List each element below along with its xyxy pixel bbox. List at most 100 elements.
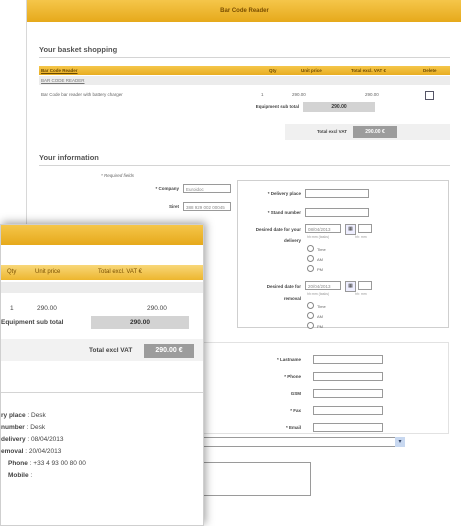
detail-row: Mobile :: [8, 472, 33, 479]
comment-textarea[interactable]: [203, 462, 311, 496]
phone-label: * Phone: [284, 374, 301, 379]
detail-value: 20/04/2013: [28, 448, 62, 455]
page-title: Bar Code Reader: [220, 8, 269, 14]
removal-time-radio[interactable]: [307, 302, 314, 309]
detail-row: Phone : +33 4 93 00 80 00: [8, 460, 86, 467]
select-dropdown[interactable]: [203, 437, 405, 447]
product-name: Bar Code bar reader with battery charger: [41, 92, 123, 97]
email-input[interactable]: [313, 423, 383, 432]
detail-label: emoval: [1, 448, 24, 455]
company-label: * Company: [155, 186, 179, 191]
delivery-time-radio[interactable]: [307, 245, 314, 252]
category-label[interactable]: BAR CODE READER: [41, 78, 85, 83]
col-delete: Delete: [423, 68, 437, 73]
delivery-date-label: Desired date for your: [255, 227, 301, 232]
zoom-header: [1, 225, 203, 245]
option-label: Time: [317, 304, 326, 309]
stand-number-input[interactable]: [305, 208, 369, 217]
gsm-input[interactable]: [313, 389, 383, 398]
required-note: * Required fields: [101, 173, 135, 178]
detail-label: Phone: [8, 460, 28, 467]
zoom-unit-price: 290.00: [37, 305, 57, 312]
zoomed-summary-panel: Qty Unit price Total excl. VAT € 1 290.0…: [0, 224, 204, 526]
detail-label: Mobile: [8, 472, 29, 479]
hh-mm-hint: hh: mm: [355, 292, 367, 296]
zoom-qty: 1: [10, 305, 14, 312]
hh-mm-hint: hh: mm: [355, 235, 367, 239]
calendar-icon[interactable]: ▦: [345, 281, 356, 292]
total-label: Total excl VAT: [316, 129, 347, 134]
siret-input[interactable]: 388 929 002 00045: [183, 202, 231, 211]
delivery-place-label: * Delivery place: [267, 191, 301, 196]
removal-date-label: Desired date for: [266, 284, 301, 289]
col-product[interactable]: Bar Code Reader: [41, 68, 78, 73]
delivery-place-input[interactable]: [305, 189, 369, 198]
delivery-date-input[interactable]: 08/04/2013: [305, 224, 341, 233]
time-hint: hh:mm (tasks): [307, 292, 330, 296]
zoom-total-value: 290.00 €: [144, 344, 194, 358]
detail-row: emoval : 20/04/2013: [1, 448, 62, 455]
option-label: AM: [317, 257, 323, 262]
detail-value: Desk: [30, 424, 46, 431]
calendar-icon[interactable]: ▦: [345, 224, 356, 235]
delivery-panel: [237, 180, 449, 328]
fax-input[interactable]: [313, 406, 383, 415]
sub-total-label: Equipment sub total: [255, 104, 299, 109]
option-label: AM: [317, 314, 323, 319]
detail-label: number: [1, 424, 25, 431]
info-title: Your information: [39, 153, 99, 162]
detail-label: ry place: [1, 412, 26, 419]
col-qty: Qty: [269, 68, 277, 73]
detail-value: 08/04/2013: [31, 436, 64, 443]
divider: [39, 57, 450, 58]
delivery-am-radio[interactable]: [307, 255, 314, 262]
phone-input[interactable]: [313, 372, 383, 381]
delivery-time-input[interactable]: [358, 224, 372, 233]
zoom-total-label: Total excl VAT: [89, 347, 133, 354]
removal-date-input[interactable]: 20/04/2013: [305, 281, 341, 290]
delivery-date-label-2: delivery: [283, 238, 301, 243]
lastname-label: * Lastname: [276, 357, 301, 362]
zoom-col-unit-price: Unit price: [35, 269, 61, 275]
removal-time-input[interactable]: [358, 281, 372, 290]
product-qty: 1: [261, 92, 264, 97]
total-value: 290.00 €: [353, 126, 397, 138]
page-header: Bar Code Reader: [27, 0, 461, 22]
option-label: PM: [317, 324, 323, 329]
detail-value: Desk: [31, 412, 46, 419]
detail-value: +33 4 93 00 80 00: [33, 460, 86, 467]
siret-label: Siret: [168, 204, 179, 209]
col-total: Total excl. VAT €: [351, 68, 387, 73]
removal-date-label-2: removal: [283, 296, 301, 301]
delivery-pm-radio[interactable]: [307, 265, 314, 272]
zoom-total: 290.00: [147, 305, 167, 312]
col-unit-price: Unit price: [301, 68, 322, 73]
time-hint: hh:mm (tasks): [307, 235, 330, 239]
divider: [1, 392, 203, 393]
option-label: PM: [317, 267, 323, 272]
detail-row: number : Desk: [1, 424, 46, 431]
delete-checkbox[interactable]: [425, 91, 434, 100]
detail-row: delivery : 08/04/2013: [1, 436, 64, 443]
fax-label: * Fax: [290, 408, 301, 413]
option-label: Time: [317, 247, 326, 252]
gsm-label: GSM: [290, 391, 301, 396]
stand-number-label: * Stand number: [267, 210, 301, 215]
zoom-col-qty: Qty: [7, 269, 17, 275]
company-input[interactable]: Euroidoc: [183, 184, 231, 193]
zoom-category-row: [1, 282, 203, 293]
zoom-table-header: Qty Unit price Total excl. VAT €: [1, 265, 203, 280]
email-label: * Email: [285, 425, 301, 430]
zoom-col-total: Total excl. VAT €: [98, 269, 143, 275]
lastname-input[interactable]: [313, 355, 383, 364]
removal-pm-radio[interactable]: [307, 322, 314, 329]
basket-title: Your basket shopping: [39, 45, 118, 54]
detail-row: ry place : Desk: [1, 412, 46, 419]
removal-am-radio[interactable]: [307, 312, 314, 319]
divider: [39, 165, 450, 166]
sub-total-value: 290.00: [303, 102, 375, 112]
detail-label: delivery: [1, 436, 26, 443]
category-row: BAR CODE READER: [39, 76, 450, 85]
chevron-down-icon[interactable]: ▾: [395, 437, 405, 447]
zoom-sub-total-label: Equipment sub total: [1, 319, 64, 326]
